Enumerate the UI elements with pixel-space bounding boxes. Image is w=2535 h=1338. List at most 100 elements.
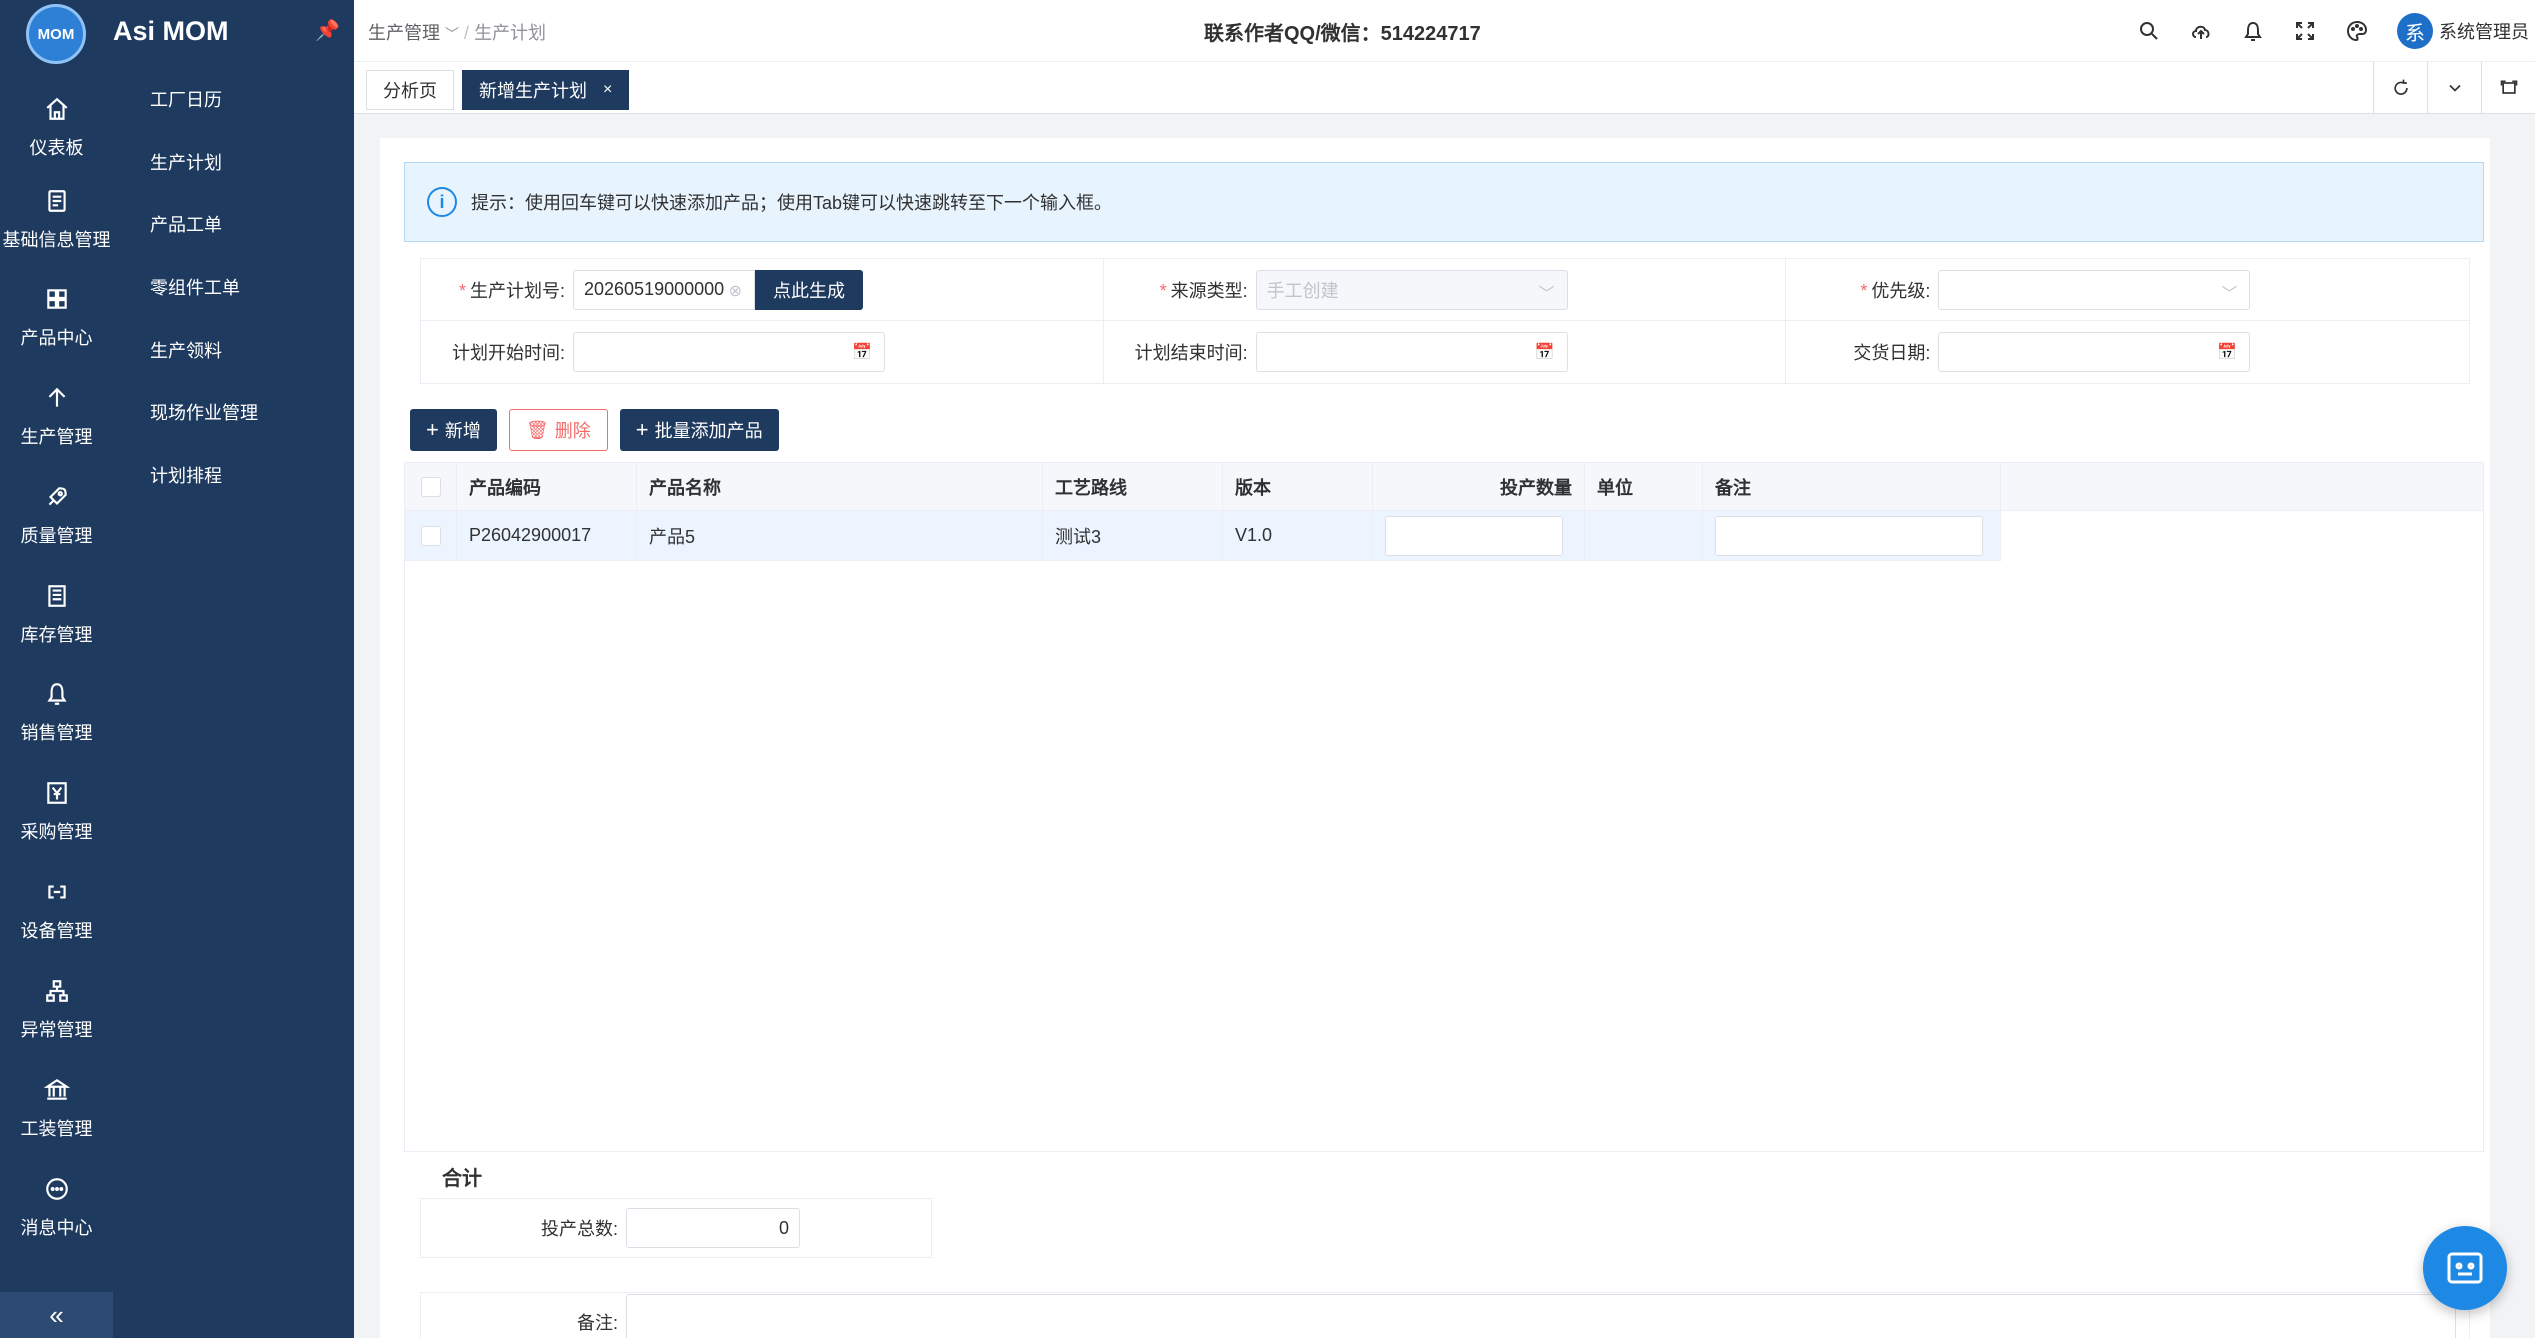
remark-input[interactable]	[1715, 515, 1983, 556]
avatar[interactable]: 系	[2397, 13, 2433, 49]
delivery-date-label: 交货日期:	[1853, 343, 1931, 363]
source-type-select: 手工创建 ﹀	[1255, 269, 1568, 310]
rail-item-exception[interactable]: 异常管理	[0, 962, 113, 1058]
info-icon: i	[427, 187, 457, 217]
breadcrumb: 生产管理 ﹀ / 生产计划	[368, 19, 546, 45]
search-icon[interactable]	[2123, 0, 2175, 62]
batch-add-products-button[interactable]: + 批量添加产品	[619, 409, 779, 451]
submenu-material-picking[interactable]: 生产领料	[150, 337, 222, 363]
product-table: 产品编码 产品名称 工艺路线 版本 投产数量 单位 备注 P2604290001…	[404, 462, 2484, 1152]
tabs-bar: 分析页 新增生产计划 ×	[354, 62, 2535, 114]
chevron-down-icon: ﹀	[1538, 285, 1555, 303]
chevron-down-icon: ﹀	[445, 26, 460, 42]
delivery-date-picker[interactable]: 📅	[1938, 332, 2251, 372]
plan-end-label: 计划结束时间:	[1134, 343, 1248, 363]
arrow-up-icon	[42, 383, 72, 413]
content-card: i 提示：使用回车键可以快速添加产品；使用Tab键可以快速跳转至下一个输入框。 …	[380, 138, 2490, 1338]
col-process-route: 工艺路线	[1043, 463, 1223, 510]
app-logo[interactable]: MOM	[26, 4, 86, 64]
icon-rail: MOM 仪表板 基础信息管理 产品中心 生产管理 质量管理 库存管理 销售管理 …	[0, 0, 113, 1338]
plus-icon: +	[426, 417, 439, 442]
assistant-robot-button[interactable]	[2423, 1226, 2507, 1310]
rocket-icon	[42, 482, 72, 512]
tab-analysis[interactable]: 分析页	[366, 70, 454, 110]
cell-product-code: P26042900017	[457, 511, 637, 560]
username[interactable]: 系统管理员	[2439, 18, 2529, 44]
submenu-factory-calendar[interactable]: 工厂日历	[150, 86, 222, 112]
plan-no-input[interactable]: 20260519000000 ⊗	[573, 269, 755, 310]
rail-item-dashboard[interactable]: 仪表板	[0, 80, 113, 176]
rail-item-basic-info[interactable]: 基础信息管理	[0, 172, 113, 268]
generate-plan-no-button[interactable]: 点此生成	[755, 269, 863, 310]
breadcrumb-parent[interactable]: 生产管理	[368, 23, 440, 43]
calendar-icon: 📅	[2217, 344, 2238, 361]
close-icon[interactable]: ×	[603, 81, 612, 99]
col-unit: 单位	[1585, 463, 1703, 510]
clear-icon[interactable]: ⊗	[729, 281, 742, 301]
contact-info: 联系作者QQ/微信：514224717	[1204, 23, 1481, 45]
plan-no-label: * 生产计划号:	[458, 280, 565, 301]
rail-item-inventory[interactable]: 库存管理	[0, 567, 113, 663]
link-icon	[42, 877, 72, 907]
rail-item-production[interactable]: 生产管理	[0, 369, 113, 465]
rail-item-product-center[interactable]: 产品中心	[0, 270, 113, 366]
remark-row: 备注:	[420, 1292, 2470, 1338]
tip-alert: i 提示：使用回车键可以快速添加产品；使用Tab键可以快速跳转至下一个输入框。	[404, 162, 2484, 242]
rail-item-equipment[interactable]: 设备管理	[0, 863, 113, 959]
cloud-upload-icon[interactable]	[2175, 0, 2227, 62]
hierarchy-icon	[42, 976, 72, 1006]
tab-new-production-plan[interactable]: 新增生产计划 ×	[462, 70, 630, 110]
table-row[interactable]: P26042900017 产品5 测试3 V1.0	[405, 511, 2001, 561]
add-button[interactable]: + 新增	[410, 409, 497, 451]
submenu-production-plan[interactable]: 生产计划	[150, 149, 222, 175]
breadcrumb-separator: /	[464, 23, 470, 43]
breadcrumb-current: 生产计划	[474, 23, 547, 43]
delete-button[interactable]: 🗑 删除	[508, 409, 608, 451]
submenu-onsite-operation[interactable]: 现场作业管理	[150, 399, 258, 425]
grid-icon	[42, 284, 72, 314]
calendar-icon: 📅	[1534, 344, 1555, 361]
theme-palette-icon[interactable]	[2331, 0, 2383, 62]
plus-icon: +	[635, 417, 649, 442]
maximize-icon[interactable]	[2481, 62, 2535, 114]
select-all-checkbox[interactable]	[420, 476, 441, 497]
bank-icon	[42, 1075, 72, 1105]
plan-form: * 生产计划号: 20260519000000 ⊗ 点此生成 * 来源类型: 手工创…	[420, 258, 2470, 384]
submenu-schedule[interactable]: 计划排程	[150, 462, 222, 488]
home-icon	[42, 94, 72, 124]
col-version: 版本	[1223, 463, 1373, 510]
rail-item-tooling[interactable]: 工装管理	[0, 1061, 113, 1157]
summary-box: 投产总数: 0	[420, 1198, 932, 1258]
cell-version: V1.0	[1223, 511, 1373, 560]
rail-item-messages[interactable]: 消息中心	[0, 1160, 113, 1256]
remark-textarea[interactable]	[626, 1294, 2456, 1338]
list-icon	[42, 581, 72, 611]
rail-item-purchase[interactable]: 采购管理	[0, 764, 113, 860]
col-remark: 备注	[1703, 463, 2001, 510]
row-checkbox[interactable]	[420, 525, 441, 546]
chevron-down-icon: ﹀	[2221, 285, 2238, 303]
submenu-component-work-order[interactable]: 零组件工单	[150, 274, 240, 300]
cell-unit	[1585, 511, 1703, 560]
calendar-icon: 📅	[852, 344, 872, 361]
submenu-product-work-order[interactable]: 产品工单	[150, 211, 222, 237]
priority-select[interactable]: ﹀	[1938, 269, 2251, 310]
refresh-icon[interactable]	[2373, 62, 2427, 114]
col-quantity: 投产数量	[1373, 463, 1585, 510]
collapse-sidebar-button[interactable]: «	[0, 1292, 113, 1338]
notification-bell-icon[interactable]	[2227, 0, 2279, 62]
plan-end-date-picker[interactable]: 📅	[1255, 332, 1568, 372]
robot-icon	[2447, 1252, 2483, 1284]
rail-item-quality[interactable]: 质量管理	[0, 468, 113, 564]
priority-label: * 优先级:	[1860, 280, 1931, 301]
total-quantity-label: 投产总数:	[540, 1219, 618, 1239]
summary-title: 合计	[442, 1168, 482, 1190]
tip-text: 提示：使用回车键可以快速添加产品；使用Tab键可以快速跳转至下一个输入框。	[471, 193, 1113, 213]
plan-start-date-picker[interactable]: 📅	[573, 332, 885, 372]
fullscreen-icon[interactable]	[2279, 0, 2331, 62]
rail-item-sales[interactable]: 销售管理	[0, 665, 113, 761]
quantity-input[interactable]	[1385, 515, 1563, 556]
plan-start-label: 计划开始时间:	[451, 343, 565, 363]
pin-icon[interactable]: 📌	[315, 18, 340, 43]
chevron-down-icon[interactable]	[2427, 62, 2481, 114]
